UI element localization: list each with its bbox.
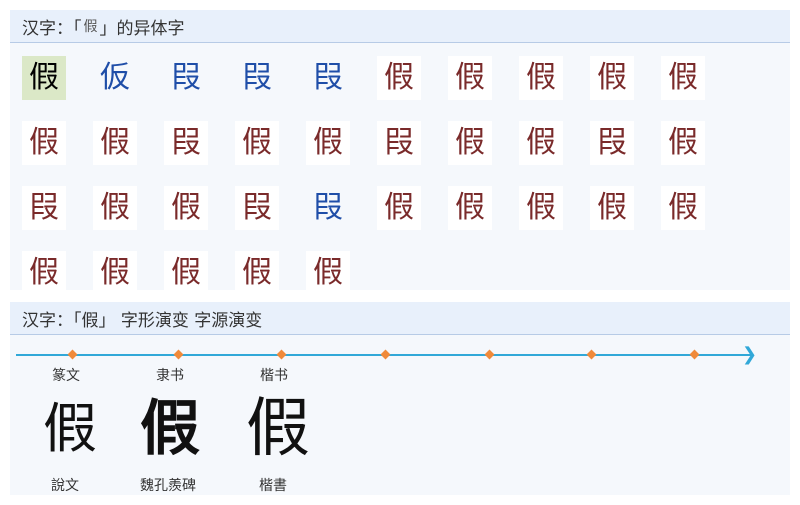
variant-glyph[interactable]: 假 (22, 56, 66, 100)
variant-glyph[interactable]: 叚 (590, 121, 634, 165)
evolution-glyph-clerical: 假 (140, 394, 200, 464)
variants-title-suffix: 」的异体字 (99, 18, 185, 39)
variant-glyph[interactable]: 假 (377, 56, 421, 100)
timeline-milestone (689, 349, 700, 360)
evolution-glyph-seal: 假 (43, 397, 97, 460)
variant-glyph[interactable]: 假 (306, 251, 350, 295)
variant-glyph[interactable]: 假 (93, 121, 137, 165)
timeline-milestone (586, 349, 597, 360)
evolution-timeline: ❯ (16, 344, 764, 365)
variant-glyph[interactable]: 假 (590, 56, 634, 100)
variant-glyph[interactable]: 假 (448, 121, 492, 165)
variant-glyph[interactable]: 叚 (235, 56, 279, 100)
variant-glyph[interactable]: 假 (519, 121, 563, 165)
variant-glyph[interactable]: 叚 (22, 186, 66, 230)
variant-glyph[interactable]: 假 (22, 121, 66, 165)
variant-glyph[interactable]: 假 (661, 121, 705, 165)
variant-glyph[interactable]: 假 (93, 251, 137, 295)
variant-glyph[interactable]: 叚 (377, 121, 421, 165)
variant-glyph[interactable]: 假 (377, 186, 421, 230)
timeline-milestone (276, 349, 287, 360)
variant-glyph[interactable]: 叚 (164, 56, 208, 100)
timeline-milestone (67, 349, 78, 360)
evolution-title: 汉字：「假」 字形演变 字源演变 (22, 310, 263, 331)
stage-label-seal: 篆文 (52, 368, 80, 384)
variant-glyph[interactable]: 假 (519, 56, 563, 100)
source-label-shuowen: 說文 (51, 478, 79, 494)
variant-glyph[interactable]: 假 (590, 186, 634, 230)
variant-glyph[interactable]: 假 (661, 56, 705, 100)
evolution-header: 汉字：「假」 字形演变 字源演变 (10, 302, 790, 335)
evolution-panel: 汉字：「假」 字形演变 字源演变 ❯ 篆文 隶书 楷书 假 假 假 說文 魏孔羨… (10, 302, 790, 495)
variant-glyph[interactable]: 叚 (306, 186, 350, 230)
stage-label-regular: 楷书 (260, 368, 288, 384)
timeline-arrow-icon: ❯ (742, 344, 758, 365)
variant-glyph[interactable]: 假 (164, 186, 208, 230)
variant-glyph[interactable]: 假 (164, 251, 208, 295)
variant-glyph[interactable]: 假 (22, 251, 66, 295)
variant-glyph[interactable]: 假 (448, 56, 492, 100)
timeline-milestone (173, 349, 184, 360)
variants-title-char: 假 (83, 19, 98, 35)
variants-panel: 汉字：「 假 」的异体字 假仮叚叚叚假假假假假假假叚假假叚假假叚假叚假假叚叚假假… (10, 10, 790, 295)
timeline-milestone (484, 349, 495, 360)
variant-glyph[interactable]: 假 (661, 186, 705, 230)
stage-label-clerical: 隶书 (156, 368, 184, 384)
variant-glyph[interactable]: 仮 (93, 56, 137, 100)
variant-glyph[interactable]: 叚 (164, 121, 208, 165)
source-label-kaishu: 楷書 (259, 478, 287, 494)
timeline-milestone (380, 349, 391, 360)
variant-glyph[interactable]: 假 (448, 186, 492, 230)
variant-glyph[interactable]: 假 (235, 121, 279, 165)
evolution-glyph-regular: 假 (246, 392, 310, 466)
source-label-stele: 魏孔羨碑 (140, 478, 196, 494)
variant-glyph[interactable]: 假 (93, 186, 137, 230)
variant-glyph[interactable]: 假 (519, 186, 563, 230)
variant-glyph[interactable]: 假 (306, 121, 350, 165)
variants-header: 汉字：「 假 」的异体字 (10, 10, 790, 43)
variant-glyph[interactable]: 假 (235, 251, 279, 295)
variant-glyph[interactable]: 叚 (235, 186, 279, 230)
variant-glyph[interactable]: 叚 (306, 56, 350, 100)
variants-title-prefix: 汉字：「 (22, 18, 82, 39)
